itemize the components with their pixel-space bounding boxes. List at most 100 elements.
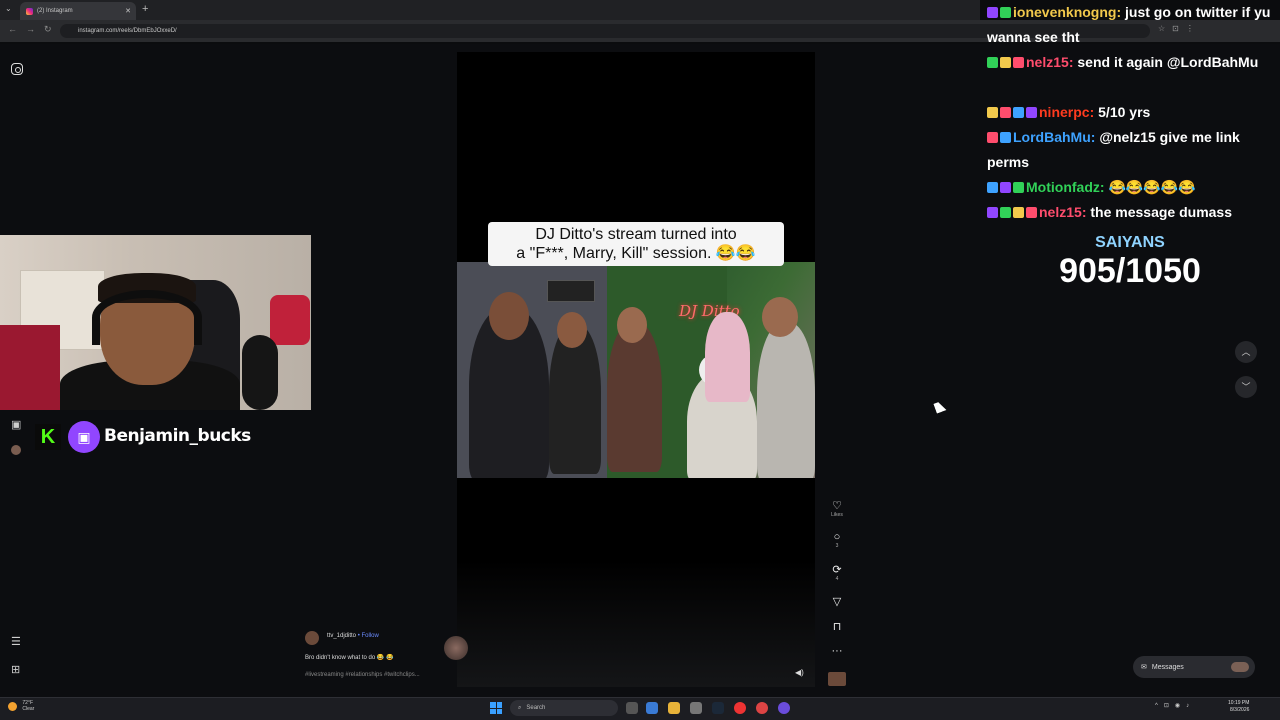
clock-date: 8/3/2026 <box>1229 707 1250 713</box>
chat-badge-icon <box>1026 207 1037 218</box>
messages-label: Messages <box>1151 663 1184 671</box>
send-icon: ▽ <box>832 596 842 608</box>
chat-message: LordBahMu: @nelz15 give me link perms <box>987 129 1240 170</box>
follow-button[interactable]: • Follow <box>358 633 379 639</box>
like-button[interactable]: ♡ Likes <box>828 499 846 518</box>
kick-logo-icon: K <box>35 424 61 450</box>
sun-icon <box>8 701 17 711</box>
windows-start-icon[interactable] <box>490 702 502 714</box>
repost-icon: ⟳ <box>832 564 842 576</box>
back-icon[interactable]: ← <box>8 24 17 34</box>
chat-badge-icon <box>1013 107 1024 118</box>
chat-message-text: send it again @LordBahMu <box>1077 54 1259 70</box>
app-icon[interactable] <box>756 702 768 714</box>
reload-icon[interactable]: ↻ <box>44 24 52 35</box>
chat-badge-icon <box>987 57 998 68</box>
poster-avatar[interactable] <box>305 631 319 645</box>
also-from-meta-icon[interactable]: ⊞ <box>11 663 20 676</box>
share-button[interactable]: ▽ <box>828 595 846 608</box>
chat-badge-icon <box>987 7 998 18</box>
url-text: instagram.com/reels/DbmEbJOxxeD/ <box>78 28 177 34</box>
chat-message-text: the message dumass <box>1090 204 1232 220</box>
instagram-favicon-icon <box>26 7 33 15</box>
chat-badge-icon <box>1000 182 1011 193</box>
volume-icon[interactable]: ◀) <box>795 668 804 677</box>
messages-button[interactable]: ✉ Messages <box>1133 656 1255 678</box>
reel-video-gradient <box>457 560 815 687</box>
repost-button[interactable]: ⟳ 4 <box>828 563 846 582</box>
reel-video-frame: DJ Ditto <box>457 262 815 478</box>
next-reel-button[interactable]: ﹀ <box>1235 376 1257 398</box>
obs-icon[interactable] <box>778 702 790 714</box>
clock-time: 10:19 PM <box>1228 700 1250 706</box>
comments-count: 3 <box>835 543 839 549</box>
chat-badge-icon <box>1013 57 1024 68</box>
instagram-logo-icon[interactable] <box>11 63 23 75</box>
chat-badge-icon <box>987 182 998 193</box>
audio-thumbnail[interactable] <box>828 672 846 686</box>
previous-reel-button[interactable]: ︿ <box>1235 341 1257 363</box>
comment-button[interactable]: ○ 3 <box>828 531 846 549</box>
chat-overlay: ionevenknogng: just go on twitter if yu … <box>985 0 1280 230</box>
tab-title: (2) Instagram <box>37 8 73 14</box>
reel-caption: Bro didn't know what to do 😂 😂 <box>305 655 394 661</box>
chat-username: ninerpc <box>1039 104 1090 120</box>
chat-message: Motionfadz: 😂😂😂😂😂 <box>987 175 1277 200</box>
chat-badge-icon <box>1026 107 1037 118</box>
save-button[interactable]: ⊓ <box>828 620 846 633</box>
tab-list-icon[interactable]: ⌄ <box>5 4 12 13</box>
windows-taskbar <box>0 697 1280 720</box>
new-tab-button[interactable]: + <box>142 3 148 15</box>
chat-message: nelz15: send it again @LordBahMu <box>987 50 1277 75</box>
forward-icon[interactable]: → <box>26 24 35 34</box>
task-view-icon[interactable] <box>626 702 638 714</box>
reposts-count: 4 <box>835 576 839 582</box>
taskbar-clock[interactable]: 10:19 PM 8/3/2026 <box>1228 700 1249 714</box>
chat-badge-icon <box>1000 107 1011 118</box>
chat-badge-icon <box>1013 182 1024 193</box>
chat-username: Motionfadz <box>1026 179 1100 195</box>
chat-badge-icon <box>987 132 998 143</box>
reel-caption-overlay: DJ Ditto's stream turned into a "F***, M… <box>488 222 784 266</box>
chat-badge-icon <box>987 107 998 118</box>
poster-username[interactable]: ttv_1djditto <box>327 633 356 639</box>
chat-badge-icon <box>987 207 998 218</box>
profile-avatar[interactable] <box>11 445 21 455</box>
steam-icon[interactable] <box>712 702 724 714</box>
messages-icon: ✉ <box>1141 664 1147 671</box>
taskbar-search-label: Search <box>526 705 546 711</box>
chat-message: ionevenknogng: just go on twitter if yu … <box>987 4 1271 45</box>
likes-label: Likes <box>831 512 843 518</box>
chat-username: nelz15 <box>1026 54 1069 70</box>
menu-icon[interactable]: ☰ <box>11 635 21 648</box>
collaborator-avatar[interactable] <box>444 636 468 660</box>
twitch-logo-icon: ▣ <box>68 421 100 453</box>
chat-badge-icon <box>1000 7 1011 18</box>
reel-hashtags[interactable]: #livestreaming #relationships #twitchcli… <box>305 672 420 678</box>
chat-message: nelz15: the message dumass <box>987 200 1277 225</box>
streamer-webcam <box>0 235 311 410</box>
weather-widget[interactable]: 72°F Clear <box>8 700 34 712</box>
chat-badge-icon <box>1013 207 1024 218</box>
search-icon: ⌕ <box>518 704 522 711</box>
file-explorer-icon[interactable] <box>668 702 680 714</box>
system-tray[interactable]: ^⊡◉♪ <box>1155 702 1195 709</box>
taskbar-search[interactable]: ⌕ Search <box>510 700 618 716</box>
sub-goal-label: SAIYANS <box>1095 234 1165 251</box>
chat-username: ionevenknogng <box>1013 4 1117 20</box>
chat-username: nelz15 <box>1039 204 1082 220</box>
chat-badge-icon <box>1000 207 1011 218</box>
heart-icon: ♡ <box>832 500 842 512</box>
close-tab-icon[interactable]: ✕ <box>125 7 131 15</box>
chat-badge-icon <box>1000 57 1011 68</box>
messages-avatars <box>1231 662 1249 672</box>
more-options-button[interactable]: ··· <box>828 645 846 657</box>
chrome-icon[interactable] <box>734 702 746 714</box>
settings-icon[interactable] <box>690 702 702 714</box>
edge-icon[interactable] <box>646 702 658 714</box>
weather-desc: Clear <box>22 706 35 712</box>
sub-goal-count: 905/1050 <box>1059 252 1201 290</box>
browser-tab[interactable]: (2) Instagram ✕ <box>20 2 136 20</box>
reels-icon[interactable]: ▣ <box>11 418 21 431</box>
bookmark-icon: ⊓ <box>832 621 842 633</box>
